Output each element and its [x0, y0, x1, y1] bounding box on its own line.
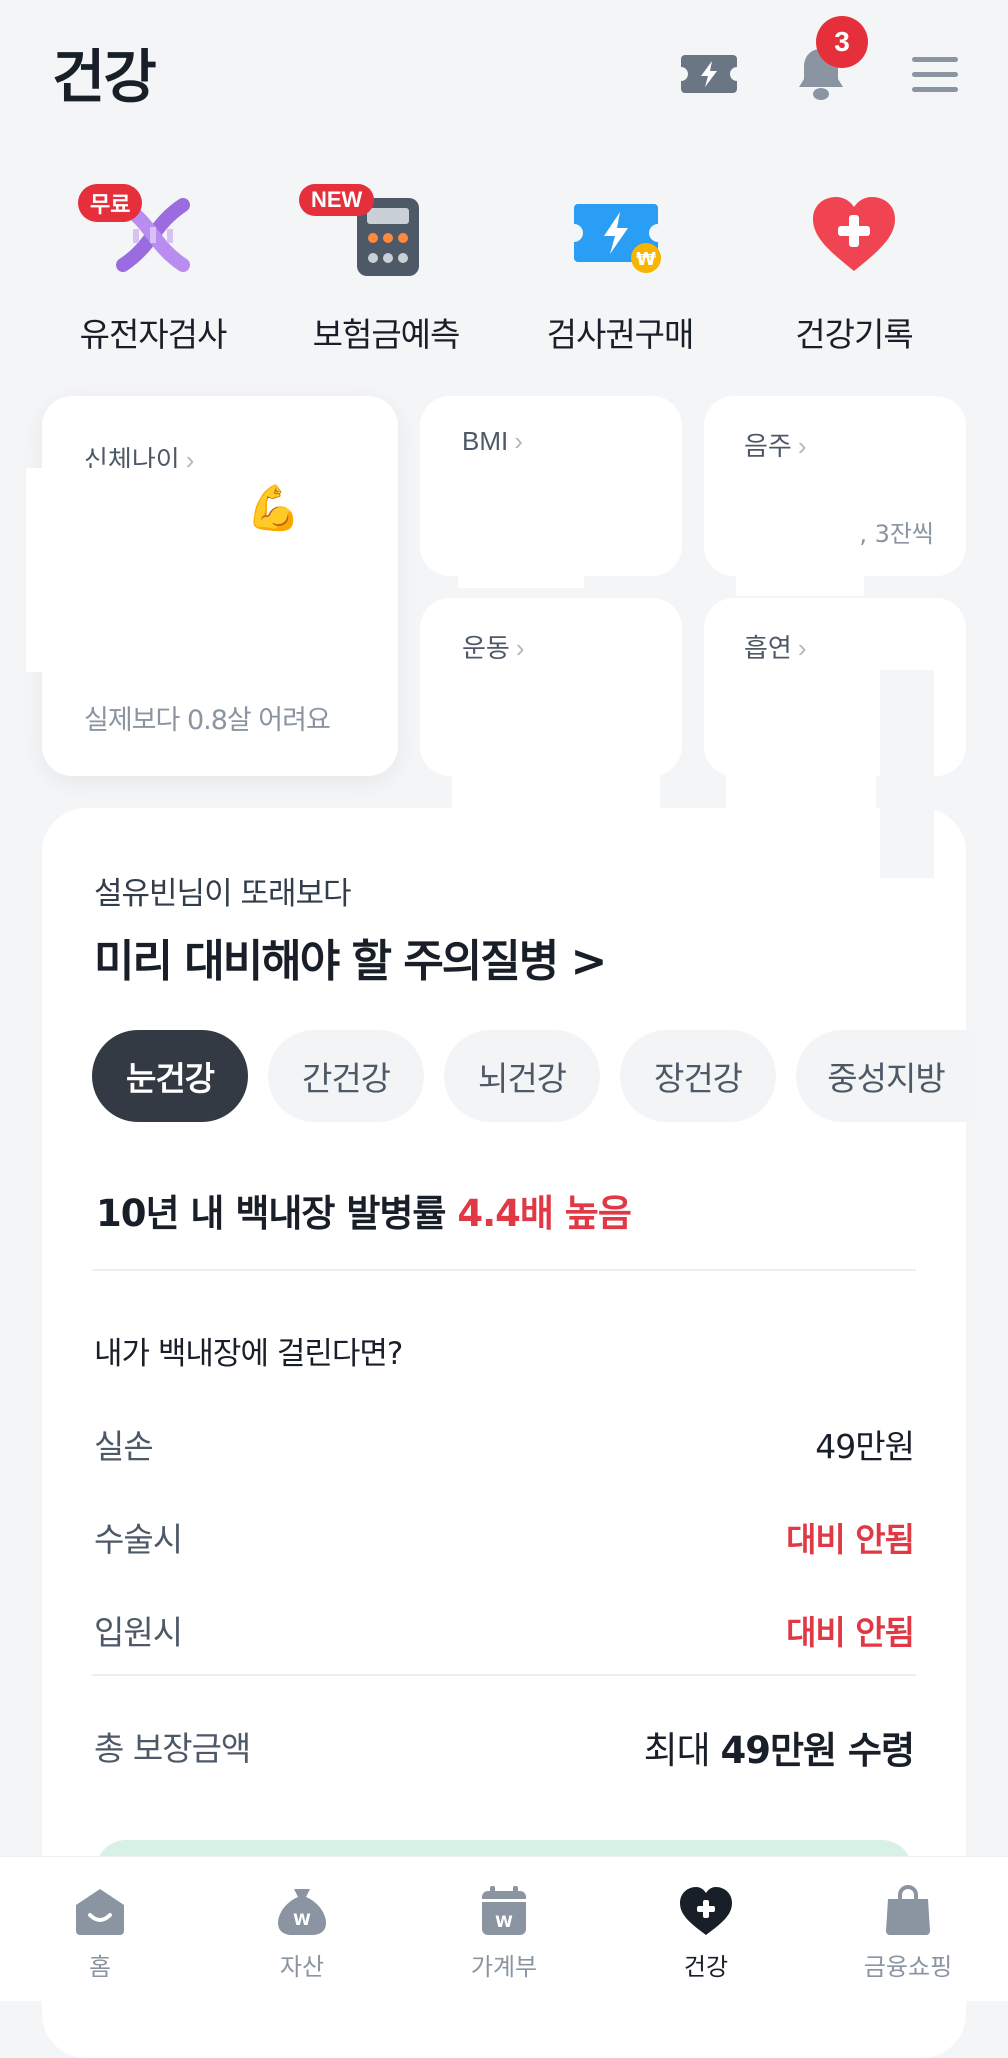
nav-assets[interactable]: W 자산: [222, 1883, 382, 1982]
divider: [92, 1269, 916, 1271]
masked-area: [26, 550, 110, 672]
nav-ledger[interactable]: W 가계부: [424, 1883, 584, 1982]
quick-menu-test-voucher[interactable]: ₩ 검사권구매: [505, 180, 735, 354]
flash-card-icon[interactable]: [675, 40, 743, 108]
page-title: 건강: [52, 43, 157, 111]
notification-badge: 3: [816, 16, 868, 68]
home-icon: [70, 1883, 130, 1939]
calendar-won-icon: W: [474, 1883, 534, 1939]
heart-plus-icon: [799, 180, 909, 290]
tab-triglyceride[interactable]: 중성지방: [796, 1030, 976, 1122]
chevron-right-icon: ›: [515, 633, 525, 663]
coverage-row-label: 수술시: [94, 1520, 183, 1559]
coverage-row-value: 49만원: [815, 1427, 915, 1466]
quick-menu-insurance-predict[interactable]: NEW 보험금예측: [271, 180, 501, 354]
exercise-card[interactable]: 운동 ›: [420, 598, 682, 776]
masked-area: [934, 776, 974, 810]
svg-text:W: W: [293, 1910, 311, 1929]
masked-area: [110, 550, 270, 670]
drinking-card[interactable]: 음주 › , 3잔씩: [704, 396, 966, 576]
money-bag-icon: W: [272, 1883, 332, 1939]
total-coverage-value: 최대 49만원 수령: [643, 1729, 915, 1772]
risk-highlight: 4.4배 높음: [457, 1192, 632, 1235]
masked-area: [452, 770, 660, 810]
tab-brain-health[interactable]: 뇌건강: [444, 1030, 600, 1122]
chevron-right-icon: ›: [797, 431, 807, 461]
risk-subtitle: 설유빈님이 또래보다: [94, 876, 352, 912]
card-title: BMI ›: [462, 426, 523, 456]
risk-question: 내가 백내장에 걸린다면?: [94, 1336, 403, 1372]
tab-eye-health[interactable]: 눈건강: [92, 1030, 248, 1122]
muscle-emoji: 💪: [246, 483, 301, 534]
heart-icon: [676, 1883, 736, 1939]
masked-area: [880, 808, 934, 878]
risk-headline: 10년 내 백내장 발병률 4.4배 높음: [96, 1192, 632, 1235]
quick-menu-genetic-test[interactable]: 무료 유전자검사: [38, 180, 268, 354]
nav-shopping[interactable]: 금융쇼핑: [828, 1883, 988, 1982]
masked-area: [736, 566, 864, 596]
nav-health[interactable]: 건강: [626, 1883, 786, 1982]
free-badge: 무료: [78, 184, 143, 222]
coverage-row-label: 실손: [94, 1427, 154, 1466]
card-title: 운동 ›: [462, 633, 525, 663]
risk-title-link[interactable]: 미리 대비해야 할 주의질병 >: [94, 925, 607, 989]
svg-text:₩: ₩: [636, 249, 656, 270]
masked-area: [458, 566, 584, 588]
coverage-row-value: 대비 안됨: [786, 1520, 915, 1559]
masked-area: [726, 770, 876, 810]
menu-icon[interactable]: [901, 40, 969, 108]
body-age-caption: 실제보다 0.8살 어려요: [84, 705, 331, 736]
coverage-row-label: 입원시: [94, 1613, 183, 1652]
total-coverage-label: 총 보장금액: [94, 1729, 251, 1768]
nav-home[interactable]: 홈: [20, 1883, 180, 1982]
bottom-nav: 홈 W 자산 W 가계부 건강 금융쇼핑: [0, 1856, 1008, 2001]
shopping-bag-icon: [878, 1883, 938, 1939]
bmi-card[interactable]: BMI ›: [420, 396, 682, 576]
chevron-right-icon: ›: [797, 633, 807, 663]
tab-liver-health[interactable]: 간건강: [268, 1030, 424, 1122]
svg-text:W: W: [495, 1912, 513, 1931]
new-badge: NEW: [299, 184, 375, 216]
quick-menu-label: 보험금예측: [312, 315, 461, 354]
chevron-right-icon: ›: [514, 426, 523, 456]
coverage-row-value: 대비 안됨: [786, 1613, 915, 1652]
card-title: 흡연 ›: [744, 633, 807, 663]
masked-area: [26, 468, 246, 550]
quick-menu-label: 검사권구매: [546, 315, 695, 354]
quick-menu-label: 유전자검사: [79, 315, 228, 354]
card-title: 음주 ›: [744, 431, 807, 461]
tab-bowel-health[interactable]: 장건강: [620, 1030, 776, 1122]
divider: [92, 1674, 916, 1676]
quick-menu-health-record[interactable]: 건강기록: [739, 180, 969, 354]
quick-menu-label: 건강기록: [795, 315, 913, 354]
ticket-icon: ₩: [565, 180, 675, 290]
drinking-value: , 3잔씩: [859, 520, 934, 548]
